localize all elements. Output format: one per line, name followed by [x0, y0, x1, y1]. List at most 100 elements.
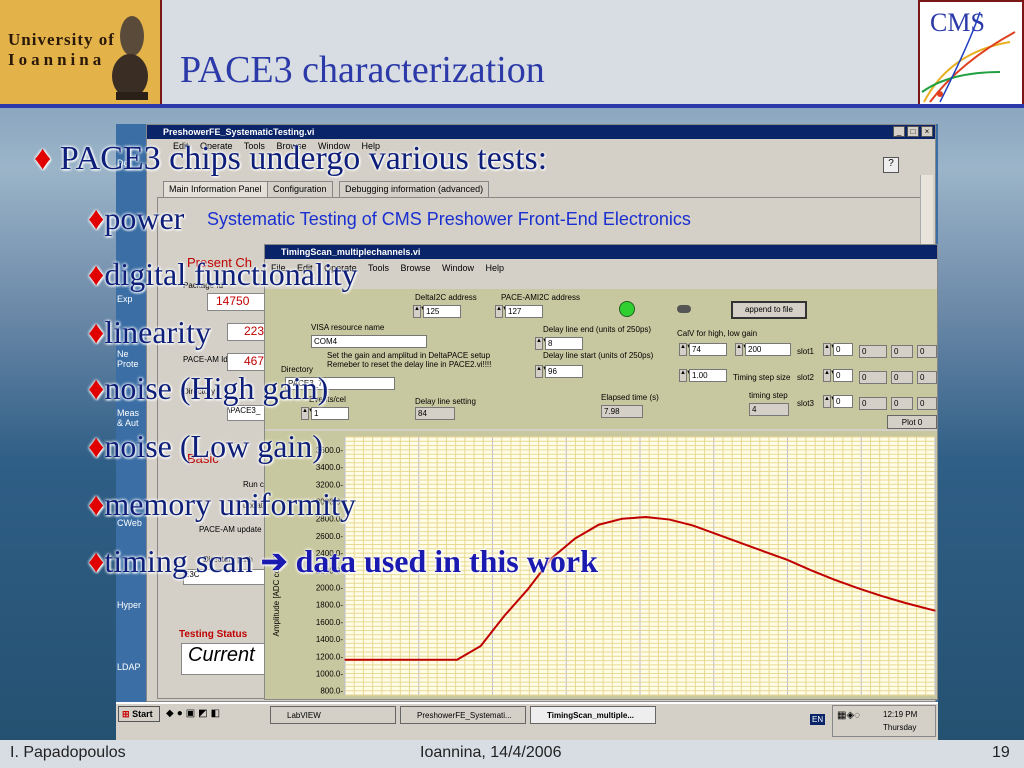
task-timingscan[interactable]: TimingScan_multiple...: [530, 706, 656, 724]
slot2-field[interactable]: 0: [833, 369, 853, 382]
timing-window-titlebar[interactable]: TimingScan_multiplechannels.vi: [265, 245, 937, 259]
clock-time: 12:19 PM: [883, 710, 918, 719]
menu-tools[interactable]: Tools: [368, 263, 389, 273]
spinner-icon[interactable]: ▲▼: [301, 407, 314, 420]
spinner-icon[interactable]: ▲▼: [823, 395, 836, 408]
timing-step-value: 4: [749, 403, 789, 416]
delta-address-field[interactable]: 125: [423, 305, 461, 318]
tray-icons[interactable]: ▦◈◌: [837, 710, 860, 721]
data-point: [344, 659, 346, 661]
menu-help[interactable]: Help: [486, 263, 505, 273]
spinner-icon[interactable]: ▲▼: [495, 305, 508, 318]
y-tick-label: 1200.0-: [316, 652, 343, 661]
task-preshower[interactable]: PreshowerFE_Systemati...: [400, 706, 526, 724]
calv-high-field[interactable]: 74: [689, 343, 727, 356]
task-labview[interactable]: LabVIEW: [270, 706, 396, 724]
desktop-icon-label[interactable]: Meas & Aut: [117, 408, 145, 428]
data-point: [716, 533, 718, 535]
testing-status-label: Testing Status: [179, 629, 248, 640]
spinner-icon[interactable]: ▲▼: [679, 343, 692, 356]
header-rule: [0, 104, 1024, 108]
arrow-text: data used in this work: [295, 543, 598, 579]
sub-bullet-text: power: [104, 200, 185, 236]
menu-window[interactable]: Window: [442, 263, 474, 273]
sub-bullet: ♦digital functionality: [88, 256, 358, 293]
pace-am-update-label: PACE-AM update: [199, 525, 262, 534]
data-point: [621, 518, 623, 520]
tab-main-information[interactable]: Main Information Panel: [163, 181, 268, 198]
slot1-field[interactable]: 0: [833, 343, 853, 356]
data-point: [598, 524, 600, 526]
start-button[interactable]: ⊞ Start: [118, 706, 160, 722]
calv-low-field[interactable]: 200: [745, 343, 791, 356]
delay-end-field[interactable]: 8: [545, 337, 583, 350]
close-icon[interactable]: ×: [921, 126, 933, 137]
help-icon[interactable]: ?: [883, 157, 899, 173]
desktop-icon-label[interactable]: Exp: [117, 294, 133, 304]
maximize-icon[interactable]: □: [907, 126, 919, 137]
toggle-switch[interactable]: [677, 305, 691, 313]
right-arrow-icon: ➔: [260, 543, 288, 579]
sub-bullet-text: noise (High gain): [104, 370, 329, 406]
diamond-bullet-icon: ♦: [88, 370, 105, 406]
footer-page-number: 19: [992, 744, 1010, 761]
slide-header: University of Ioannina PACE3 characteriz…: [0, 0, 1024, 108]
windows-logo-icon: ⊞: [122, 709, 130, 719]
y-tick-label: 1600.0-: [316, 618, 343, 627]
pace-address-field[interactable]: 127: [505, 305, 543, 318]
tab-configuration[interactable]: Configuration: [267, 181, 333, 198]
data-point: [763, 550, 765, 552]
slot3-field[interactable]: 0: [833, 395, 853, 408]
cms-logo: CMS: [918, 0, 1024, 106]
data-point: [904, 602, 907, 604]
data-point: [574, 537, 576, 540]
minimize-icon[interactable]: _: [893, 126, 905, 137]
spinner-icon[interactable]: ▲▼: [413, 305, 426, 318]
slot3-cell: 0: [859, 397, 887, 410]
diamond-bullet-icon: ♦: [88, 256, 105, 292]
data-point: [503, 615, 505, 617]
desktop-icon-label[interactable]: Hyper: [117, 600, 141, 610]
data-point: [692, 524, 694, 527]
menu-browse[interactable]: Browse: [400, 263, 430, 273]
desktop-icon-label[interactable]: Ne Prote: [117, 349, 145, 369]
timing-step-size-field[interactable]: 1.00: [689, 369, 727, 382]
slot2-cell: 0: [917, 371, 937, 384]
plot-button[interactable]: Plot 0: [887, 415, 937, 429]
visa-resource-select[interactable]: COM4: [311, 335, 427, 348]
data-point: [881, 595, 883, 597]
data-point: [834, 579, 836, 581]
spinner-icon[interactable]: ▲▼: [823, 343, 836, 356]
spinner-icon[interactable]: ▲▼: [735, 343, 748, 356]
spinner-icon[interactable]: ▲▼: [535, 337, 548, 350]
university-logo: University of Ioannina: [0, 0, 162, 106]
testing-status-value: Current: [181, 643, 275, 675]
sub-bullet: ♦noise (Low gain): [88, 428, 323, 465]
timing-menu-bar: File Edit Operate Tools Browse Window He…: [265, 263, 937, 276]
delay-start-field[interactable]: 96: [545, 365, 583, 378]
clock-day: Thursday: [883, 723, 917, 732]
data-point: [668, 518, 671, 521]
spinner-icon[interactable]: ▲▼: [535, 365, 548, 378]
sub-bullet-text: noise (Low gain): [104, 428, 323, 464]
language-indicator[interactable]: EN: [810, 714, 826, 725]
system-tray: ▦◈◌ 12:19 PM Thursday: [832, 705, 936, 737]
spinner-icon[interactable]: ▲▼: [823, 369, 836, 382]
data-point: [456, 659, 458, 661]
quick-launch-icons[interactable]: ◆●▣◩◧: [166, 708, 246, 722]
data-point: [739, 542, 741, 544]
tab-debugging[interactable]: Debugging information (advanced): [339, 181, 490, 198]
delay-start-label: Delay line start (units of 250ps): [543, 351, 654, 360]
desktop-icon-label[interactable]: LDAP: [117, 662, 141, 672]
delay-setting-value: 84: [415, 407, 455, 420]
sub-bullet: ♦power: [88, 200, 184, 237]
events-per-cell-field[interactable]: 1: [311, 407, 349, 420]
diamond-bullet-icon: ♦: [88, 314, 105, 350]
sub-bullet: ♦timing scan ➔ data used in this work: [88, 542, 598, 580]
spinner-icon[interactable]: ▲▼: [679, 369, 692, 382]
window-titlebar[interactable]: PreshowerFE_SystematicTesting.vi: [147, 125, 935, 139]
gain-note: Set the gain and amplitud in DeltaPACE s…: [327, 351, 492, 369]
append-to-file-button[interactable]: append to file: [731, 301, 807, 319]
university-logo-line1: University of: [8, 30, 115, 49]
owl-statue-icon: [112, 16, 148, 100]
